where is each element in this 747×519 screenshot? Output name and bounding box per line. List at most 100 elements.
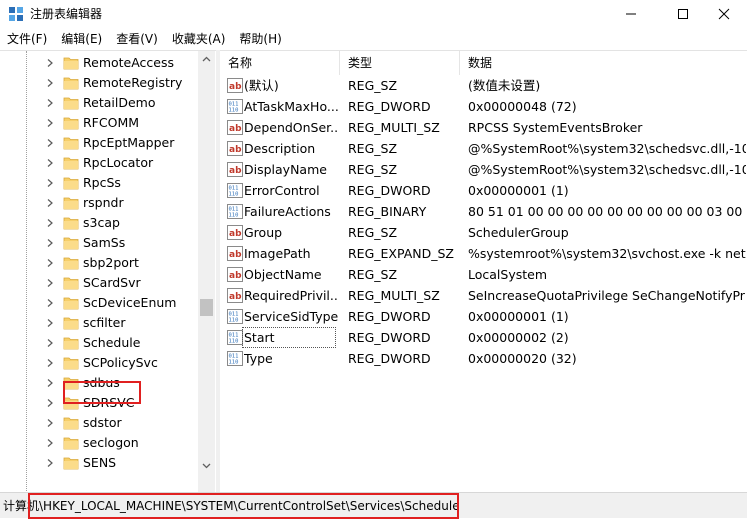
table-row[interactable]: ab DisplayName REG_SZ @%SystemRoot%\system3… xyxy=(220,159,747,180)
tree-item[interactable]: RetailDemo xyxy=(0,93,198,113)
tree-pane[interactable]: RemoteAccess RemoteRegistry RetailDemo RFCO… xyxy=(0,50,216,492)
table-row[interactable]: 011 110 ServiceSidType REG_DWORD 0x00000001 … xyxy=(220,306,747,327)
tree-item[interactable]: RFCOMM xyxy=(0,113,198,133)
table-row[interactable]: 011 110 Start REG_DWORD 0x00000002 (2) xyxy=(220,327,747,348)
values-list-pane[interactable]: 名称 类型 数据 ab (默认) REG_SZ (数值未设置) 011 110 AtTask… xyxy=(220,50,747,492)
string-value-icon: ab xyxy=(227,162,243,177)
tree-scroll-thumb[interactable] xyxy=(200,299,213,316)
table-row[interactable]: ab DependOnSer... REG_MULTI_SZ RPCSS System… xyxy=(220,117,747,138)
svg-text:110: 110 xyxy=(229,360,239,366)
menu-file[interactable]: 文件(F) xyxy=(0,29,54,49)
tree-item[interactable]: s3cap xyxy=(0,213,198,233)
svg-text:110: 110 xyxy=(229,192,239,198)
tree-item-label: RFCOMM xyxy=(83,115,140,130)
chevron-right-icon[interactable] xyxy=(45,158,55,168)
value-name: AtTaskMaxHo... xyxy=(244,99,338,114)
tree-item[interactable]: seclogon xyxy=(0,433,198,453)
chevron-right-icon[interactable] xyxy=(45,178,55,188)
folder-icon xyxy=(63,357,79,370)
value-type: REG_DWORD xyxy=(348,183,431,198)
column-header-type[interactable]: 类型 xyxy=(340,51,460,75)
chevron-right-icon[interactable] xyxy=(45,418,55,428)
value-name: DependOnSer... xyxy=(244,120,338,135)
tree-item[interactable]: SCardSvr xyxy=(0,273,198,293)
binary-value-icon: 011110 xyxy=(227,204,243,219)
chevron-right-icon[interactable] xyxy=(45,198,55,208)
table-row[interactable]: ab Group REG_SZ SchedulerGroup xyxy=(220,222,747,243)
tree-scrollbar[interactable] xyxy=(198,51,215,492)
column-header-name[interactable]: 名称 xyxy=(220,51,340,75)
tree-item-label: scfilter xyxy=(83,315,126,330)
value-type: REG_BINARY xyxy=(348,204,427,219)
tree-item[interactable]: RemoteRegistry xyxy=(0,73,198,93)
tree-item-label: s3cap xyxy=(83,215,120,230)
table-row[interactable]: ab ImagePath REG_EXPAND_SZ %systemroot%\sys… xyxy=(220,243,747,264)
chevron-right-icon[interactable] xyxy=(45,398,55,408)
svg-text:ab: ab xyxy=(229,145,242,155)
svg-text:110: 110 xyxy=(229,339,239,345)
scroll-down-icon[interactable] xyxy=(202,461,211,470)
table-row[interactable]: 011 110 FailureActions REG_BINARY 80 51 01 0… xyxy=(220,201,747,222)
tree-item[interactable]: RpcSs xyxy=(0,173,198,193)
menu-help[interactable]: 帮助(H) xyxy=(232,29,288,49)
chevron-right-icon[interactable] xyxy=(45,78,55,88)
minimize-button[interactable] xyxy=(608,0,654,28)
table-row[interactable]: ab Description REG_SZ @%SystemRoot%\system3… xyxy=(220,138,747,159)
chevron-right-icon[interactable] xyxy=(45,338,55,348)
tree-item[interactable]: sdstor xyxy=(0,413,198,433)
tree-item[interactable]: sbp2port xyxy=(0,253,198,273)
table-row[interactable]: ab (默认) REG_SZ (数值未设置) xyxy=(220,75,747,96)
regedit-app-icon xyxy=(9,7,23,21)
menu-edit[interactable]: 编辑(E) xyxy=(54,29,109,49)
folder-icon xyxy=(63,257,79,270)
chevron-right-icon[interactable] xyxy=(45,378,55,388)
title-bar: 注册表编辑器 xyxy=(0,0,747,28)
chevron-right-icon[interactable] xyxy=(45,98,55,108)
tree-item-selected[interactable]: Schedule xyxy=(0,333,198,353)
chevron-right-icon[interactable] xyxy=(45,138,55,148)
value-type: REG_DWORD xyxy=(348,351,431,366)
folder-icon xyxy=(63,417,79,430)
tree-item-label: RpcSs xyxy=(83,175,121,190)
close-button[interactable] xyxy=(701,0,747,28)
tree-item[interactable]: SCPolicySvc xyxy=(0,353,198,373)
table-row[interactable]: 011 110 AtTaskMaxHo... REG_DWORD 0x00000048 … xyxy=(220,96,747,117)
scroll-up-icon[interactable] xyxy=(202,55,211,64)
table-row[interactable]: 011 110 ErrorControl REG_DWORD 0x00000001 (1… xyxy=(220,180,747,201)
tree-item[interactable]: RpcEptMapper xyxy=(0,133,198,153)
tree-item[interactable]: SamSs xyxy=(0,233,198,253)
column-header-data[interactable]: 数据 xyxy=(460,51,747,75)
tree-item-label: ScDeviceEnum xyxy=(83,295,177,310)
table-row[interactable]: ab RequiredPrivil... REG_MULTI_SZ SeIncreas… xyxy=(220,285,747,306)
tree-item[interactable]: scfilter xyxy=(0,313,198,333)
chevron-right-icon[interactable] xyxy=(45,258,55,268)
value-name: DisplayName xyxy=(244,162,327,177)
status-path-highlight xyxy=(28,493,459,519)
chevron-right-icon[interactable] xyxy=(45,58,55,68)
chevron-right-icon[interactable] xyxy=(45,358,55,368)
value-data: SeIncreaseQuotaPrivilege SeChangeNotifyP… xyxy=(468,288,746,303)
binary-value-icon: 011110 xyxy=(227,183,243,198)
tree-item[interactable]: rspndr xyxy=(0,193,198,213)
table-row[interactable]: ab ObjectName REG_SZ LocalSystem xyxy=(220,264,747,285)
menu-favorites[interactable]: 收藏夹(A) xyxy=(165,29,233,49)
tree-item[interactable]: SENS xyxy=(0,453,198,473)
value-type: REG_EXPAND_SZ xyxy=(348,246,454,261)
chevron-right-icon[interactable] xyxy=(45,458,55,468)
table-row[interactable]: 011 110 Type REG_DWORD 0x00000020 (32) xyxy=(220,348,747,369)
tree-item[interactable]: RpcLocator xyxy=(0,153,198,173)
chevron-right-icon[interactable] xyxy=(45,298,55,308)
chevron-right-icon[interactable] xyxy=(45,118,55,128)
chevron-right-icon[interactable] xyxy=(45,278,55,288)
chevron-right-icon[interactable] xyxy=(45,438,55,448)
chevron-right-icon[interactable] xyxy=(45,218,55,228)
tree-item[interactable]: RemoteAccess xyxy=(0,53,198,73)
maximize-button[interactable] xyxy=(660,0,706,28)
folder-icon xyxy=(63,97,79,110)
value-type: REG_MULTI_SZ xyxy=(348,288,440,303)
menu-view[interactable]: 查看(V) xyxy=(109,29,165,49)
tree-item[interactable]: ScDeviceEnum xyxy=(0,293,198,313)
chevron-right-icon[interactable] xyxy=(45,318,55,328)
binary-value-icon: 011110 xyxy=(227,330,243,345)
chevron-right-icon[interactable] xyxy=(45,238,55,248)
